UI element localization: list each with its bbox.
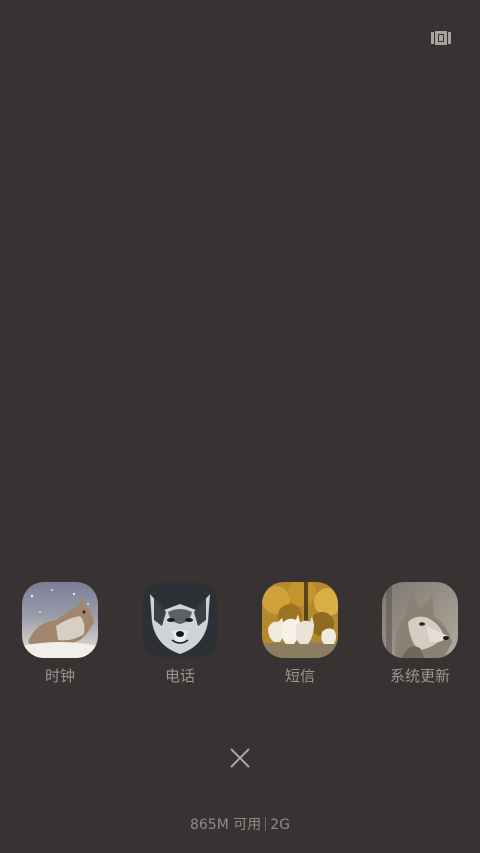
- recent-apps-dock: 时钟 电话 短信 系统更新: [0, 582, 480, 692]
- wolf-snow-icon[interactable]: [22, 582, 98, 658]
- recent-app-label: 时钟: [44, 667, 75, 685]
- wolf-portrait-icon[interactable]: [142, 582, 218, 658]
- recent-app-messages[interactable]: 短信: [250, 582, 350, 686]
- memory-available: 865M 可用: [189, 817, 262, 833]
- close-icon[interactable]: [228, 746, 252, 770]
- recent-app-phone[interactable]: 电话: [130, 582, 230, 686]
- recent-app-system-update[interactable]: 系统更新: [370, 582, 470, 686]
- recent-app-label: 电话: [164, 667, 195, 685]
- memory-status: 865M 可用 2G: [0, 815, 480, 835]
- recent-apps-grid-icon[interactable]: [431, 30, 451, 46]
- memory-separator: [265, 817, 267, 831]
- recent-app-label: 短信: [284, 667, 315, 685]
- wolf-gray-icon[interactable]: [382, 582, 458, 658]
- recent-app-clock[interactable]: 时钟: [10, 582, 110, 686]
- wolf-pack-autumn-icon[interactable]: [262, 582, 338, 658]
- memory-total: 2G: [270, 817, 291, 833]
- recent-app-label: 系统更新: [389, 667, 450, 685]
